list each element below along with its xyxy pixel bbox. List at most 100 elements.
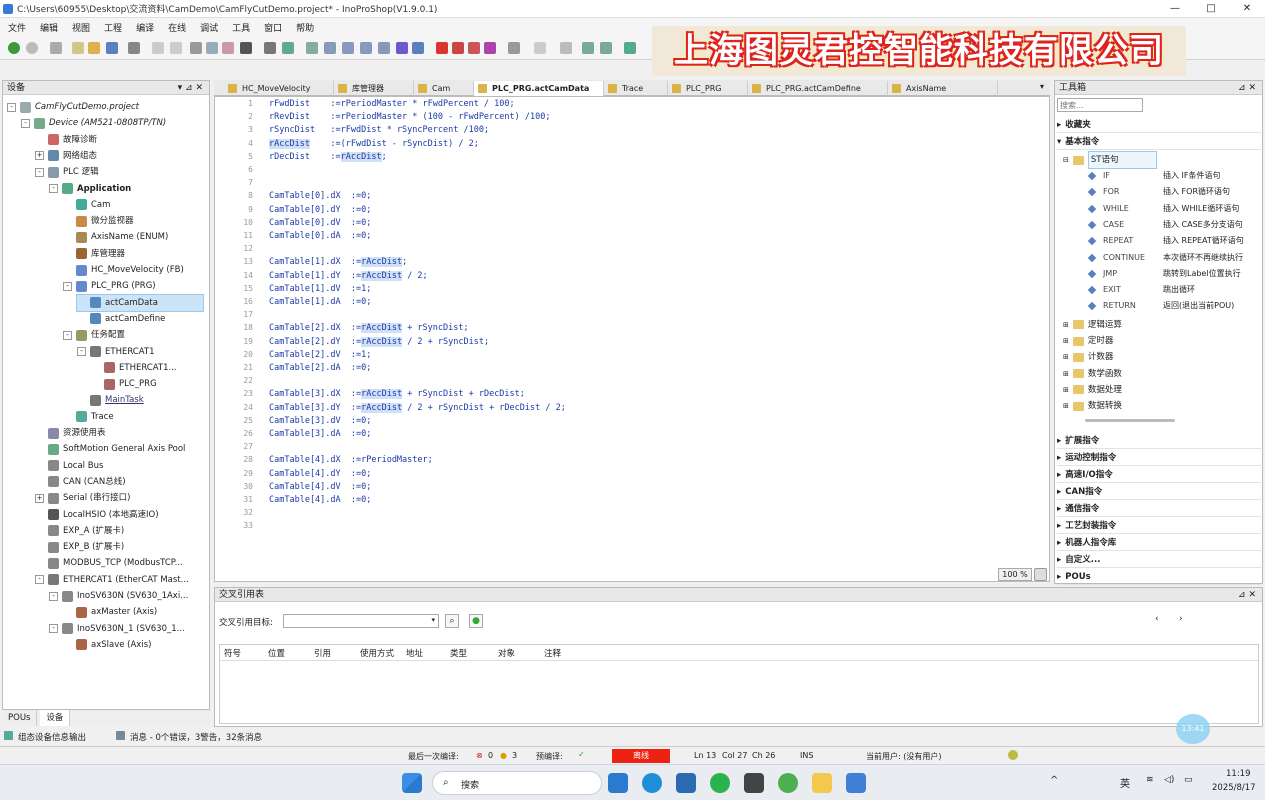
code-line[interactable]: CamTable[0].dV :=0;	[269, 218, 371, 228]
tree-item[interactable]: PLC_PRG	[91, 376, 157, 392]
tree-expander-icon[interactable]: +	[35, 493, 44, 503]
toolbox-subfolder[interactable]: ⊞ 逻辑运算	[1063, 317, 1122, 333]
login-icon[interactable]	[436, 42, 448, 54]
toolbox-group[interactable]: ▾ 基本指令	[1057, 134, 1261, 150]
uncomment-icon[interactable]	[378, 42, 390, 54]
code-line[interactable]: CamTable[4].dY :=0;	[269, 469, 371, 479]
delete-icon[interactable]	[240, 42, 252, 54]
tree-expander-icon[interactable]: -	[49, 624, 58, 634]
tab-messages[interactable]: 消息 - 0个错误，3警告，32条消息	[130, 731, 262, 743]
breakpoint-icon[interactable]	[582, 42, 594, 54]
code-line[interactable]: rFwdDist :=rPeriodMaster * rFwdPercent /…	[269, 99, 515, 109]
st-statement-item[interactable]: CASE 插入 CASE多分支语句	[1087, 217, 1261, 233]
tree-expander-icon[interactable]: -	[49, 184, 58, 193]
tree-item[interactable]: Trace	[63, 409, 114, 425]
tree-item[interactable]: 微分监视器	[63, 213, 134, 229]
toolbox-pin-icon[interactable]: ⊿ ✕	[1238, 81, 1256, 95]
menu-build[interactable]: 编译	[136, 21, 154, 34]
stop-icon[interactable]	[484, 42, 496, 54]
zoom-level[interactable]: 100 %	[998, 568, 1032, 581]
tree-item[interactable]: + 网络组态	[35, 148, 97, 164]
tree-item[interactable]: HC_MoveVelocity (FB)	[63, 262, 184, 278]
panel-controls-icon[interactable]: ▾ ⊿ ✕	[178, 81, 203, 95]
editor-tab[interactable]: 库管理器	[334, 81, 414, 96]
tree-item[interactable]: ETHERCAT1...	[91, 360, 177, 376]
code-line[interactable]: CamTable[0].dA :=0;	[269, 231, 371, 241]
menu-online[interactable]: 在线	[168, 21, 186, 34]
battery-icon[interactable]: ▭	[1184, 775, 1193, 785]
replace-icon[interactable]	[282, 42, 294, 54]
toolbox-group[interactable]: ▸ 收藏夹	[1057, 117, 1261, 133]
toolbox-subfolder[interactable]: ⊞ 数据转换	[1063, 398, 1122, 414]
xref-pin-icon[interactable]: ⊿ ✕	[1238, 588, 1256, 602]
menu-file[interactable]: 文件	[8, 21, 26, 34]
menu-project[interactable]: 工程	[104, 21, 122, 34]
undo-icon[interactable]	[152, 42, 164, 54]
toolbox-subfolder[interactable]: ⊞ 数据处理	[1063, 382, 1122, 398]
toolbox-subfolder[interactable]: ⊞ 数学函数	[1063, 366, 1122, 382]
xref-column-header[interactable]: 注释	[544, 647, 561, 659]
bookmark-icon[interactable]	[306, 42, 318, 54]
menu-window[interactable]: 窗口	[264, 21, 282, 34]
redo-icon[interactable]	[170, 42, 182, 54]
code-line[interactable]: CamTable[2].dA :=0;	[269, 363, 371, 373]
step-into-icon[interactable]	[560, 42, 572, 54]
tree-item[interactable]: 故障诊断	[35, 132, 97, 148]
xref-column-header[interactable]: 使用方式	[360, 647, 394, 659]
editor-tab[interactable]: PLC_PRG	[668, 81, 748, 96]
editor-tab[interactable]: PLC_PRG.actCamDefine	[748, 81, 888, 96]
tree-item[interactable]: EXP_A (扩展卡)	[35, 523, 124, 539]
tree-expander-icon[interactable]: -	[77, 347, 86, 356]
code-line[interactable]: CamTable[2].dV :=1;	[269, 350, 371, 360]
open-folder-icon[interactable]	[88, 42, 100, 54]
floating-timer-badge[interactable]: 13:41	[1176, 714, 1210, 744]
tree-expander-icon[interactable]: -	[63, 330, 72, 340]
tree-item[interactable]: - InoSV630N_1 (SV630_1...	[49, 621, 185, 637]
tree-item[interactable]: SoftMotion General Axis Pool	[35, 441, 185, 457]
xref-column-header[interactable]: 地址	[406, 647, 423, 659]
xref-target-select[interactable]: ▾	[283, 614, 439, 628]
toolbox-group[interactable]: ▸ 工艺封装指令	[1057, 518, 1261, 534]
tab-devices[interactable]: 设备	[40, 710, 71, 726]
copy-icon[interactable]	[206, 42, 218, 54]
toolbox-subfolder[interactable]: ⊞ 计数器	[1063, 349, 1113, 365]
code-line[interactable]: rRevDist :=rPeriodMaster * (100 - rFwdPe…	[269, 112, 550, 122]
menu-help[interactable]: 帮助	[296, 21, 314, 34]
step-over-icon[interactable]	[534, 42, 546, 54]
taskbar-search-box[interactable]: ⌕ 搜索	[432, 771, 602, 795]
tree-item[interactable]: axSlave (Axis)	[63, 637, 151, 653]
input-language[interactable]: 英	[1120, 775, 1130, 790]
code-line[interactable]: CamTable[1].dV :=1;	[269, 284, 371, 294]
tree-item[interactable]: Local Bus	[35, 458, 103, 474]
xref-prev-icon[interactable]: ‹	[1155, 614, 1169, 628]
lock-icon[interactable]	[1008, 750, 1018, 760]
clock-time[interactable]: 11:19	[1226, 769, 1251, 779]
wechat-icon[interactable]	[710, 773, 730, 793]
code-line[interactable]: CamTable[3].dA :=0;	[269, 429, 371, 439]
new-file-icon[interactable]	[72, 42, 84, 54]
menu-view[interactable]: 视图	[72, 21, 90, 34]
toolbox-group[interactable]: ▸ CAN指令	[1057, 484, 1261, 500]
rebuild-icon[interactable]	[412, 42, 424, 54]
tab-device-output[interactable]: 组态设备信息输出	[18, 731, 86, 743]
file-explorer-icon[interactable]	[812, 773, 832, 793]
toolbox-scrollbar[interactable]	[1085, 418, 1175, 422]
xref-next-icon[interactable]: ›	[1179, 614, 1193, 628]
tree-item[interactable]: MODBUS_TCP (ModbusTCP...	[35, 555, 183, 571]
tab-list-dropdown-icon[interactable]: ▾	[1040, 82, 1044, 91]
code-line[interactable]: rSyncDist :=rFwdDist * rSyncPercent /100…	[269, 125, 489, 135]
logout-icon[interactable]	[452, 42, 464, 54]
outdent-icon[interactable]	[342, 42, 354, 54]
tree-item[interactable]: AxisName (ENUM)	[63, 229, 168, 245]
toolbox-group[interactable]: ▸ POUs	[1057, 569, 1261, 586]
settings-icon[interactable]	[624, 42, 636, 54]
st-statement-item[interactable]: EXIT 跳出循环	[1087, 282, 1261, 298]
st-statement-item[interactable]: REPEAT 插入 REPEAT循环语句	[1087, 233, 1261, 249]
toolbox-subfolder[interactable]: ⊞ 定时器	[1063, 333, 1113, 349]
close-button[interactable]: ✕	[1229, 0, 1265, 18]
new-project-icon[interactable]	[8, 42, 20, 54]
st-statement-item[interactable]: CONTINUE 本次循环不再继续执行	[1087, 250, 1261, 266]
build-icon[interactable]	[396, 42, 408, 54]
tree-expander-icon[interactable]: +	[35, 151, 44, 161]
inoproshop-taskbar-icon[interactable]	[846, 773, 866, 793]
